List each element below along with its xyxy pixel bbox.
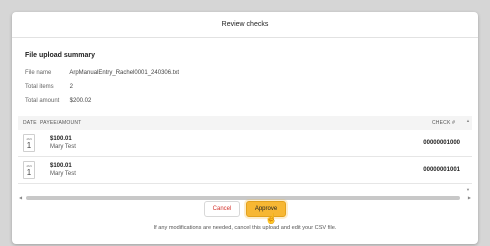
check-number: 00000001001 [423, 167, 460, 173]
payee-cell: $100.01 Mary Test [50, 162, 410, 178]
date-day: 1 [26, 140, 32, 150]
check-amount: $100.01 [50, 136, 72, 142]
date-day: 1 [26, 167, 32, 177]
payee-name: Mary Test [50, 171, 76, 177]
table-row: JAN 1 $100.01 Mary Test 00000001001 [18, 157, 472, 184]
modal-header: Review checks [12, 12, 478, 38]
payee-cell: $100.01 Mary Test [50, 135, 410, 151]
check-number: 00000001000 [423, 140, 460, 146]
modification-note: If any modifications are needed, cancel … [153, 225, 337, 231]
scroll-up-arrow-icon[interactable]: ▲ [466, 118, 470, 123]
file-name-value: ArpManualEntry_Rachel0001_240306.txt [69, 70, 180, 76]
payee-name: Mary Test [50, 144, 76, 150]
total-amount-label: Total amount [25, 98, 60, 104]
calendar-date-icon: JAN 1 [23, 161, 35, 179]
file-name-label: File name [25, 70, 52, 76]
checks-table: DATE PAYEE/AMOUNT CHECK # JAN 1 $100.01 … [18, 116, 472, 202]
horizontal-scroll-thumb[interactable] [26, 196, 460, 200]
scroll-right-arrow-icon[interactable]: ▶ [468, 195, 471, 200]
review-checks-modal: Review checks File upload summary File n… [12, 12, 478, 244]
total-items-value: 2 [69, 84, 74, 90]
modal-title: Review checks [221, 21, 269, 28]
calendar-date-icon: JAN 1 [23, 134, 35, 152]
total-items-row: Total items 2 [25, 84, 73, 90]
file-name-row: File name ArpManualEntry_Rachel0001_2403… [25, 70, 179, 76]
vertical-scrollbar[interactable]: ▲ ▼ [465, 116, 472, 194]
total-amount-value: $200.02 [69, 98, 92, 104]
cancel-button[interactable]: Cancel [204, 201, 240, 217]
hand-pointer-cursor-icon: ☝ [265, 214, 278, 225]
action-buttons: Cancel Approve [12, 201, 478, 217]
scroll-down-arrow-icon[interactable]: ▼ [466, 187, 470, 192]
total-items-label: Total items [25, 84, 54, 90]
summary-heading: File upload summary [25, 52, 96, 59]
total-amount-row: Total amount $200.02 [25, 98, 91, 104]
scroll-left-arrow-icon[interactable]: ◀ [19, 195, 22, 200]
payee-column-header: PAYEE/AMOUNT [40, 120, 82, 126]
table-header: DATE PAYEE/AMOUNT CHECK # [18, 116, 472, 130]
table-row: JAN 1 $100.01 Mary Test 00000001000 [18, 130, 472, 157]
date-column-header: DATE [23, 120, 37, 126]
check-amount: $100.01 [50, 163, 72, 169]
